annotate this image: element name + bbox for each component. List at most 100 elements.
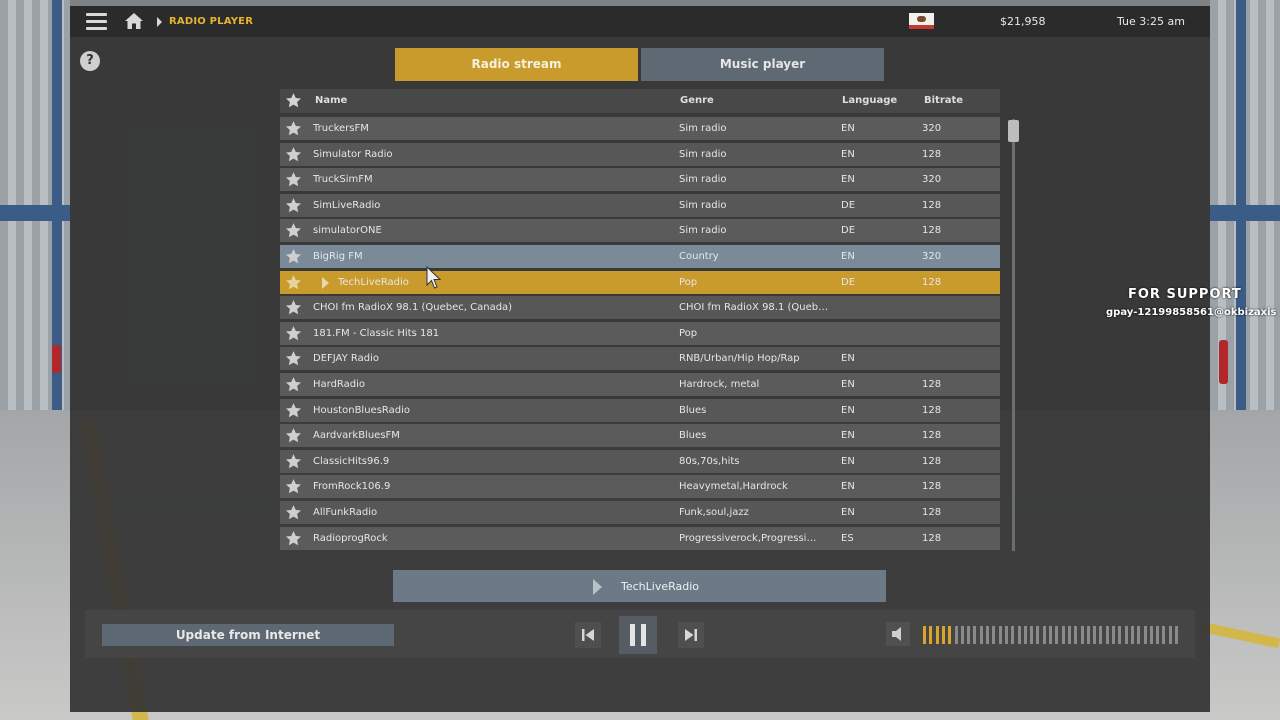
table-row[interactable]: TechLiveRadio Pop DE 128 [280,270,1000,294]
column-bitrate[interactable]: Bitrate [924,95,963,106]
station-genre: Country [679,251,719,262]
scrollbar-track[interactable] [1012,119,1015,551]
fire-extinguisher-left [52,345,61,373]
table-header: Name Genre Language Bitrate [280,89,1000,113]
table-row[interactable]: TruckersFM Sim radio EN 320 [280,117,1000,140]
favorite-star-icon[interactable] [285,453,302,470]
table-row[interactable]: RadioprogRock Progressiverock,Progressi… E… [280,526,1000,550]
station-genre: Sim radio [679,123,727,134]
table-row[interactable]: FromRock106.9 Heavymetal,Hardrock EN 128 [280,475,1000,499]
pause-button[interactable] [619,616,657,654]
help-icon[interactable]: ? [80,51,100,71]
table-row[interactable]: Simulator Radio Sim radio EN 128 [280,142,1000,166]
column-genre[interactable]: Genre [680,95,714,106]
now-playing-bar[interactable]: TechLiveRadio [393,570,886,602]
scrollbar-thumb[interactable] [1008,120,1019,142]
fire-extinguisher-right [1219,340,1228,384]
previous-track-button[interactable] [575,622,601,648]
top-bar: RADIO PLAYER $21,958 Tue 3:25 am [70,6,1210,37]
station-genre: Pop [679,327,698,339]
station-name: simulatorONE [313,225,382,237]
station-genre: Blues [679,430,707,442]
time-display: Tue 3:25 am [1117,15,1185,28]
volume-segment [1036,626,1040,644]
favorite-star-icon[interactable] [285,146,302,163]
favorite-star-icon[interactable] [285,350,302,367]
station-bitrate: 320 [922,123,942,134]
station-bitrate: 128 [922,404,942,416]
favorite-star-icon[interactable] [285,171,302,188]
favorite-header-star-icon[interactable] [285,92,302,109]
volume-segment [923,626,926,644]
table-row[interactable]: AardvarkBluesFM Blues EN 128 [280,424,1000,448]
station-language: EN [841,404,855,416]
station-language: EN [841,507,855,518]
home-icon[interactable] [124,12,144,30]
station-genre: CHOI fm RadioX 98.1 (Queb… [679,302,829,314]
volume-slider[interactable] [923,626,1183,644]
table-row[interactable]: DEFJAY Radio RNB/Urban/Hip Hop/Rap EN [280,347,1000,371]
station-bitrate: 128 [922,148,942,160]
station-name: RadioprogRock [313,532,388,544]
column-language[interactable]: Language [842,95,897,106]
hamburger-icon[interactable] [86,13,107,30]
station-bitrate: 128 [922,430,942,442]
table-row[interactable]: TruckSimFM Sim radio EN 320 [280,168,1000,192]
tab-music-player[interactable]: Music player [641,48,884,81]
column-name[interactable]: Name [315,95,347,106]
table-row[interactable]: SimLiveRadio Sim radio DE 128 [280,193,1000,217]
station-language: EN [841,430,855,442]
volume-segment [1086,626,1090,644]
station-bitrate: 128 [922,199,942,211]
table-row[interactable]: simulatorONE Sim radio DE 128 [280,219,1000,243]
table-row[interactable]: 181.FM - Classic Hits 181 Pop [280,321,1000,345]
table-row[interactable]: ClassicHits96.9 80s,70s,hits EN 128 [280,449,1000,473]
station-name: TruckSimFM [313,174,373,186]
station-bitrate: 128 [922,276,942,288]
volume-segment [992,626,996,644]
favorite-star-icon[interactable] [285,248,302,265]
volume-segment [1156,626,1160,644]
station-bitrate: 320 [922,174,942,186]
favorite-star-icon[interactable] [285,530,302,547]
now-playing-label: TechLiveRadio [621,580,700,593]
station-genre: Blues [679,404,707,416]
station-name: HardRadio [313,379,366,390]
station-language: DE [841,276,856,288]
station-genre: 80s,70s,hits [679,455,740,467]
next-track-button[interactable] [678,622,704,648]
favorite-star-icon[interactable] [285,504,302,521]
volume-segment [1175,626,1178,644]
table-row[interactable]: BigRig FM Country EN 320 [280,245,1000,268]
volume-segment [1067,626,1071,644]
favorite-star-icon[interactable] [285,402,302,419]
radio-player-panel: ? Radio stream Music player Name Genre L… [70,37,1210,712]
favorite-star-icon[interactable] [285,427,302,444]
breadcrumb: RADIO PLAYER [169,16,254,27]
favorite-star-icon[interactable] [285,299,302,316]
volume-segment [986,626,989,644]
favorite-star-icon[interactable] [285,325,302,342]
station-language: DE [841,199,856,211]
favorite-star-icon[interactable] [285,222,302,239]
station-bitrate: 320 [922,251,942,262]
update-from-internet-button[interactable]: Update from Internet [102,624,394,646]
station-name: SimLiveRadio [313,199,381,211]
table-row[interactable]: CHOI fm RadioX 98.1 (Quebec, Canada) CHOI… [280,296,1000,320]
favorite-star-icon[interactable] [285,197,302,214]
breadcrumb-arrow-icon [157,17,162,27]
station-language: ES [841,532,854,544]
table-row[interactable]: HoustonBluesRadio Blues EN 128 [280,398,1000,422]
station-language: EN [841,455,855,467]
tab-radio-stream[interactable]: Radio stream [395,48,638,81]
station-name: TechLiveRadio [338,276,409,288]
volume-icon[interactable] [886,622,910,646]
support-id: gpay-12199858561@okbizaxis [1106,307,1277,318]
favorite-star-icon[interactable] [285,274,302,291]
table-row[interactable]: HardRadio Hardrock, metal EN 128 [280,373,1000,396]
favorite-star-icon[interactable] [285,120,302,137]
table-row[interactable]: AllFunkRadio Funk,soul,jazz EN 128 [280,501,1000,524]
volume-segment [1004,626,1008,644]
favorite-star-icon[interactable] [285,376,302,393]
favorite-star-icon[interactable] [285,478,302,495]
